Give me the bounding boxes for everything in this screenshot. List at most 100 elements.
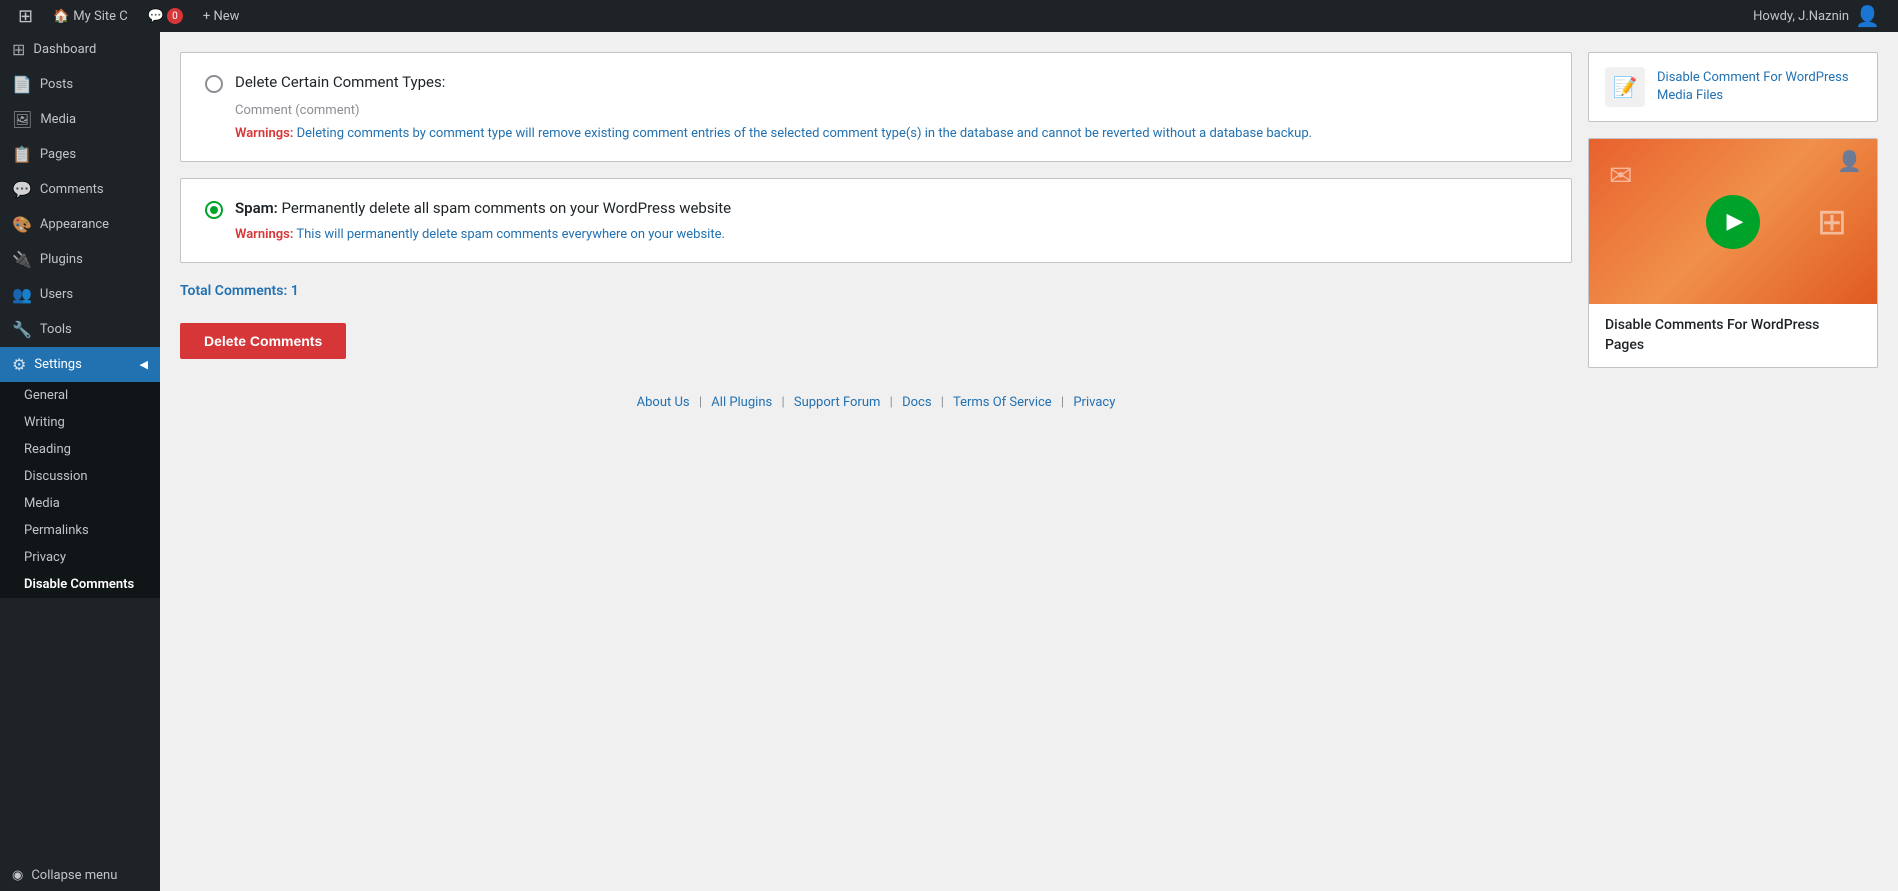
user-avatar-icon: 👤 bbox=[1855, 4, 1880, 28]
card1-warning: Warnings: Deleting comments by comment t… bbox=[235, 126, 1547, 141]
tools-icon: 🔧 bbox=[12, 320, 32, 339]
new-content-button[interactable]: + New bbox=[193, 0, 250, 32]
card1-warning-label: Warnings: bbox=[235, 126, 293, 141]
dashboard-icon: ⊞ bbox=[12, 40, 25, 59]
comments-button[interactable]: 💬 0 bbox=[138, 0, 193, 32]
video-deco-left-icon: ✉ bbox=[1609, 159, 1632, 192]
spam-card: Spam: Permanently delete all spam commen… bbox=[180, 178, 1572, 263]
comments-count: 0 bbox=[167, 8, 183, 24]
submenu-item-discussion[interactable]: Discussion bbox=[0, 463, 160, 490]
plugin-item: 📝 Disable Comment For WordPress Media Fi… bbox=[1589, 53, 1877, 121]
sidebar-item-label: Appearance bbox=[40, 217, 109, 232]
card1-title: Delete Certain Comment Types: bbox=[235, 73, 445, 91]
card2-title: Spam: Permanently delete all spam commen… bbox=[235, 199, 731, 217]
collapse-label: Collapse menu bbox=[31, 868, 117, 883]
card2-header: Spam: Permanently delete all spam commen… bbox=[205, 199, 1547, 219]
submenu-item-media[interactable]: Media bbox=[0, 490, 160, 517]
sidebar-item-dashboard[interactable]: ⊞ Dashboard bbox=[0, 32, 160, 67]
plugin-icon: 📝 bbox=[1613, 75, 1638, 99]
appearance-icon: 🎨 bbox=[12, 215, 32, 234]
sidebar-item-label: Comments bbox=[40, 182, 104, 197]
card1-radio[interactable] bbox=[205, 75, 223, 93]
plugin-icon-box: 📝 bbox=[1605, 67, 1645, 107]
sidebar-item-label: Tools bbox=[40, 322, 72, 337]
submenu-item-permalinks[interactable]: Permalinks bbox=[0, 517, 160, 544]
footer-link-docs[interactable]: Docs bbox=[902, 395, 931, 410]
sidebar-item-media[interactable]: 🖼 Media bbox=[0, 102, 160, 137]
submenu-item-disable-comments[interactable]: Disable Comments bbox=[0, 571, 160, 598]
site-name-label: My Site C bbox=[73, 9, 127, 24]
comments-icon: 💬 bbox=[148, 9, 164, 24]
footer-link-plugins[interactable]: All Plugins bbox=[711, 395, 772, 410]
sidebar-item-label: Plugins bbox=[40, 252, 83, 267]
user-greeting[interactable]: Howdy, J.Naznin 👤 bbox=[1743, 0, 1890, 32]
sidebar: ⊞ Dashboard 📄 Posts 🖼 Media 📋 Pages 💬 Co… bbox=[0, 32, 160, 891]
submenu-item-reading[interactable]: Reading bbox=[0, 436, 160, 463]
video-widget-body: Disable Comments For WordPress Pages bbox=[1589, 304, 1877, 367]
sidebar-item-label: Pages bbox=[40, 147, 76, 162]
spam-label: Spam: bbox=[235, 199, 278, 217]
card2-warning-text: This will permanently delete spam commen… bbox=[296, 227, 725, 242]
footer-link-support[interactable]: Support Forum bbox=[794, 395, 881, 410]
total-comments-label: Total Comments: 1 bbox=[180, 279, 1572, 303]
admin-bar: ⊞ 🏠 My Site C 💬 0 + New Howdy, J.Naznin … bbox=[0, 0, 1898, 32]
plugin-widget: 📝 Disable Comment For WordPress Media Fi… bbox=[1588, 52, 1878, 122]
posts-icon: 📄 bbox=[12, 75, 32, 94]
site-name-button[interactable]: 🏠 My Site C bbox=[43, 0, 138, 32]
delete-comments-button[interactable]: Delete Comments bbox=[180, 323, 346, 359]
sidebar-item-appearance[interactable]: 🎨 Appearance bbox=[0, 207, 160, 242]
home-icon: 🏠 bbox=[53, 9, 69, 24]
sidebar-item-label: Dashboard bbox=[33, 42, 96, 57]
footer-link-about[interactable]: About Us bbox=[637, 395, 690, 410]
sidebar-item-label: Users bbox=[40, 287, 73, 302]
card2-radio[interactable] bbox=[205, 201, 223, 219]
delete-button-container: Delete Comments bbox=[180, 319, 1572, 359]
spam-description: Permanently delete all spam comments on … bbox=[282, 199, 732, 217]
right-sidebar: 📝 Disable Comment For WordPress Media Fi… bbox=[1588, 52, 1878, 871]
settings-submenu: General Writing Reading Discussion Media… bbox=[0, 382, 160, 598]
sidebar-item-label: Settings bbox=[34, 357, 81, 372]
media-icon: 🖼 bbox=[12, 110, 32, 129]
new-content-label: + New bbox=[203, 9, 240, 24]
card2-warning-label: Warnings: bbox=[235, 227, 293, 242]
play-button-icon[interactable]: ▶ bbox=[1706, 195, 1760, 249]
card1-header: Delete Certain Comment Types: bbox=[205, 73, 1547, 93]
settings-arrow-icon: ◀ bbox=[140, 358, 148, 371]
plugin-title[interactable]: Disable Comment For WordPress Media File… bbox=[1657, 69, 1861, 105]
card2-warning: Warnings: This will permanently delete s… bbox=[235, 227, 1547, 242]
comments-nav-icon: 💬 bbox=[12, 180, 32, 199]
pages-icon: 📋 bbox=[12, 145, 32, 164]
main-content: Delete Certain Comment Types: Comment (c… bbox=[160, 32, 1898, 891]
settings-icon: ⚙ bbox=[12, 355, 26, 374]
footer-link-tos[interactable]: Terms Of Service bbox=[953, 395, 1052, 410]
sidebar-item-comments[interactable]: 💬 Comments bbox=[0, 172, 160, 207]
collapse-menu-button[interactable]: ◉ Collapse menu bbox=[0, 860, 160, 891]
sidebar-item-plugins[interactable]: 🔌 Plugins bbox=[0, 242, 160, 277]
sidebar-item-label: Media bbox=[40, 112, 76, 127]
wp-logo-button[interactable]: ⊞ bbox=[8, 0, 43, 32]
content-area: Delete Certain Comment Types: Comment (c… bbox=[180, 52, 1572, 871]
sidebar-item-users[interactable]: 👥 Users bbox=[0, 277, 160, 312]
wp-watermark-icon: ⊞ bbox=[1817, 201, 1847, 243]
delete-comment-types-card: Delete Certain Comment Types: Comment (c… bbox=[180, 52, 1572, 162]
howdy-label: Howdy, J.Naznin bbox=[1753, 9, 1849, 24]
footer: About Us | All Plugins | Support Forum |… bbox=[180, 375, 1572, 440]
sidebar-item-pages[interactable]: 📋 Pages bbox=[0, 137, 160, 172]
card1-warning-text: Deleting comments by comment type will r… bbox=[297, 126, 1312, 141]
video-thumbnail[interactable]: ✉ ▶ 👤 ⊞ bbox=[1589, 139, 1877, 304]
collapse-icon: ◉ bbox=[12, 868, 23, 883]
card1-subtitle: Comment (comment) bbox=[235, 103, 1547, 118]
video-widget-title: Disable Comments For WordPress Pages bbox=[1605, 316, 1861, 355]
sidebar-item-posts[interactable]: 📄 Posts bbox=[0, 67, 160, 102]
sidebar-item-tools[interactable]: 🔧 Tools bbox=[0, 312, 160, 347]
wp-logo-icon: ⊞ bbox=[18, 6, 33, 27]
sidebar-item-label: Posts bbox=[40, 77, 73, 92]
submenu-item-general[interactable]: General bbox=[0, 382, 160, 409]
submenu-item-writing[interactable]: Writing bbox=[0, 409, 160, 436]
video-widget: ✉ ▶ 👤 ⊞ Disable Comments For WordPress P… bbox=[1588, 138, 1878, 368]
footer-link-privacy[interactable]: Privacy bbox=[1073, 395, 1115, 410]
submenu-item-privacy[interactable]: Privacy bbox=[0, 544, 160, 571]
users-icon: 👥 bbox=[12, 285, 32, 304]
plugins-icon: 🔌 bbox=[12, 250, 32, 269]
sidebar-item-settings[interactable]: ⚙ Settings ◀ bbox=[0, 347, 160, 382]
